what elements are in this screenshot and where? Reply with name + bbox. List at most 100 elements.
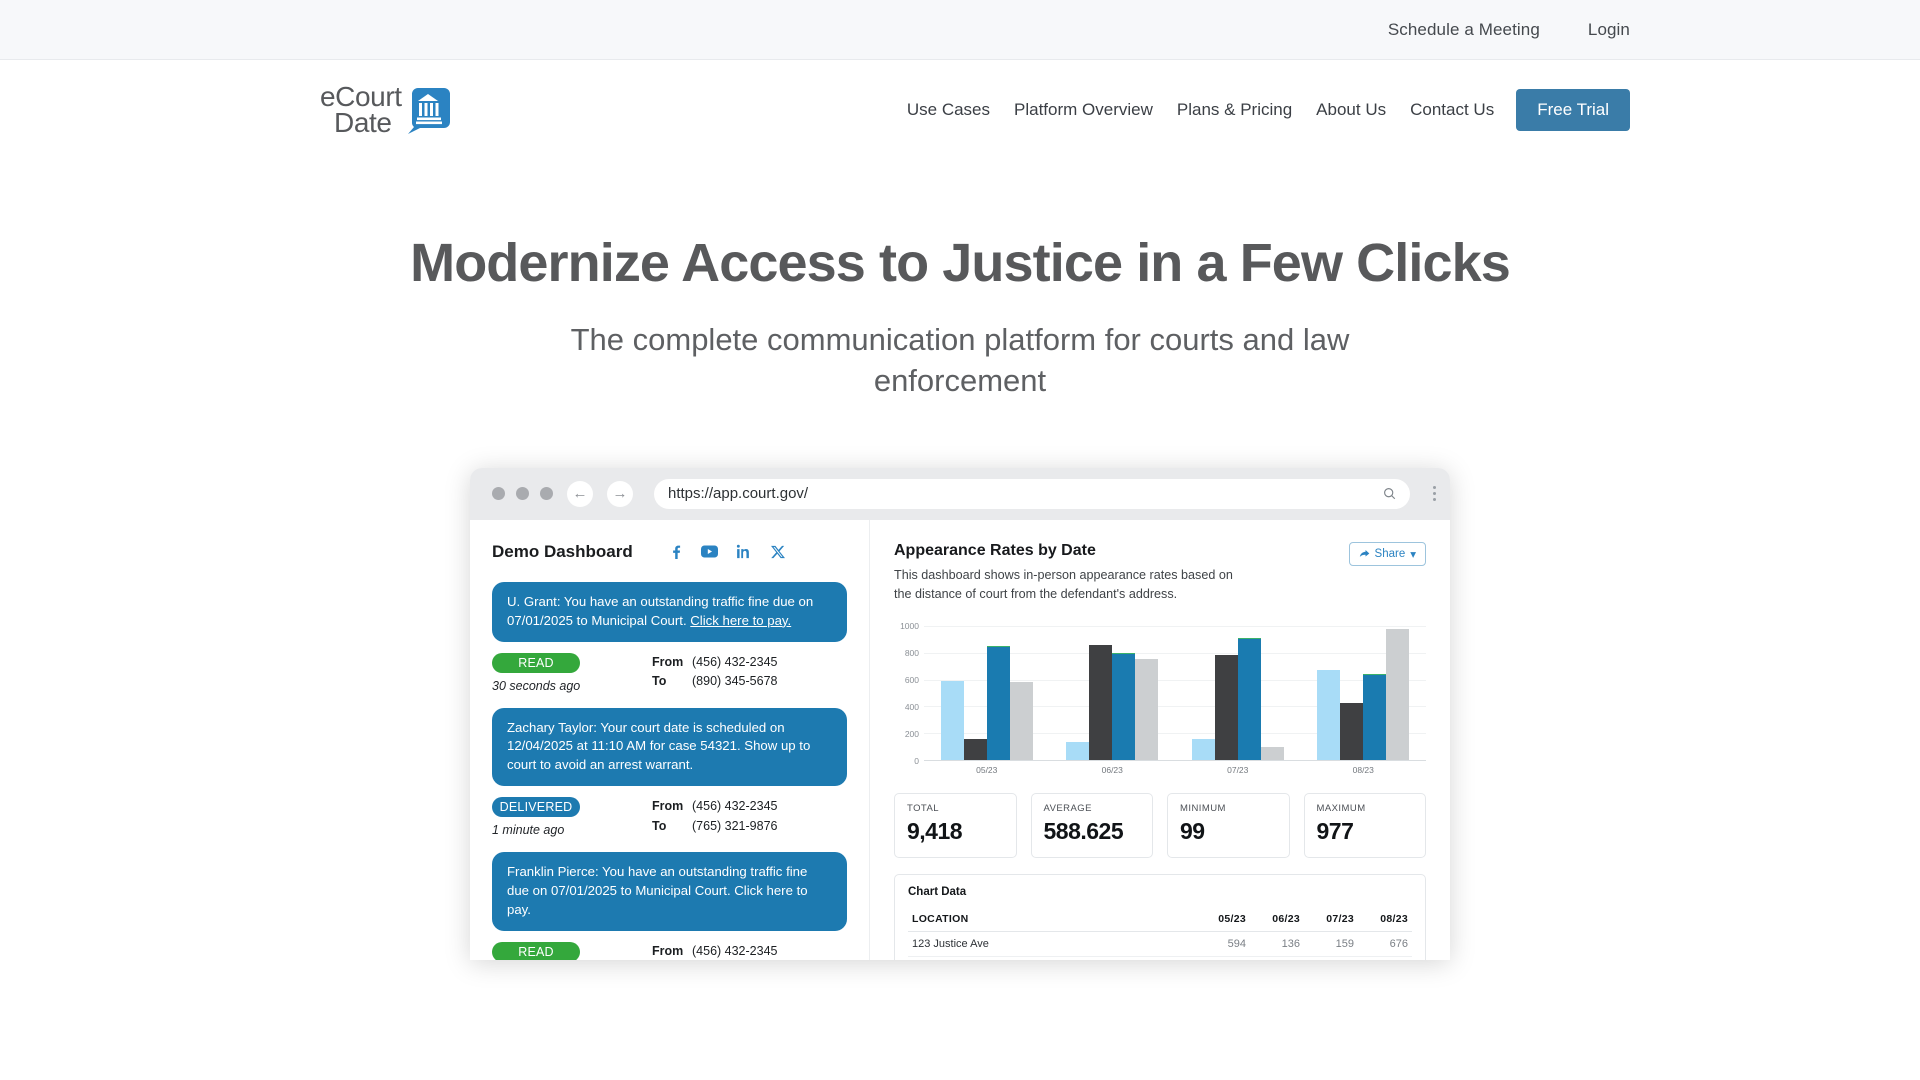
cell-value: 159 [1304, 931, 1358, 958]
to-label: To [652, 673, 667, 688]
caret-down-icon: ▾ [1410, 548, 1416, 561]
main-navigation: eCourt Date Use Cases Platform Overview … [0, 60, 1920, 160]
cell-location: Circuit Court - 7654 Liberty St [908, 956, 1196, 960]
demo-panel: Demo Dashboard U. Grant: You have an out… [470, 519, 870, 960]
from-label: From [652, 654, 684, 669]
chart-x-axis: 05/23 06/23 07/23 08/23 [924, 761, 1426, 775]
page-title: Modernize Access to Justice in a Few Cli… [410, 233, 1511, 293]
message-timestamp: 30 seconds ago [492, 678, 581, 693]
y-tick-label: 400 [904, 702, 919, 713]
login-link[interactable]: Login [1588, 20, 1630, 40]
bar-group [1301, 626, 1427, 761]
stat-value: 9,418 [907, 818, 963, 845]
stat-value: 99 [1180, 818, 1205, 845]
arrow-right-icon[interactable]: → [607, 480, 633, 507]
browser-mockup: ← → https://app.court.gov/ Demo Dashboar… [470, 467, 1450, 960]
x-tick-label: 05/23 [976, 765, 998, 776]
bar[interactable] [1340, 703, 1364, 761]
y-tick-label: 0 [914, 756, 919, 767]
bar[interactable] [963, 738, 987, 761]
arrow-left-icon[interactable]: ← [567, 480, 593, 507]
to-label: To [652, 818, 667, 833]
bar[interactable] [1317, 669, 1341, 761]
bar-group [1175, 626, 1301, 761]
stat-value: 977 [1316, 818, 1354, 845]
status-badge: READ [492, 652, 580, 673]
logo-wordmark: eCourt Date [320, 82, 402, 137]
schedule-meeting-link[interactable]: Schedule a Meeting [1388, 20, 1540, 40]
share-arrow-icon [1359, 549, 1369, 557]
chart-y-axis: 0 200 400 600 800 1000 [894, 621, 924, 766]
chart-data-caption: Chart Data [908, 886, 967, 899]
share-button[interactable]: Share ▾ [1348, 541, 1426, 566]
linkedin-icon[interactable] [727, 543, 761, 561]
free-trial-button[interactable]: Free Trial [1516, 89, 1630, 131]
bar[interactable] [940, 680, 964, 761]
message-bubble: Zachary Taylor: Your court date is sched… [492, 707, 847, 787]
stat-label: MINIMUM [1180, 803, 1226, 815]
from-number: (456) 432-2345 [692, 799, 778, 814]
window-close-dot [492, 487, 505, 501]
cell-value: 594 [1196, 931, 1250, 958]
chart-bar-groups [924, 626, 1427, 761]
from-label: From [652, 799, 684, 814]
bar[interactable] [1112, 653, 1136, 761]
nav-item-use-cases[interactable]: Use Cases [895, 100, 1002, 120]
appearance-rates-chart: 0 200 400 600 800 1000 [894, 621, 1427, 766]
x-tick-label: 08/23 [1352, 765, 1374, 776]
status-badge: READ [492, 941, 580, 960]
stat-value: 588.625 [1043, 818, 1124, 845]
message-body: Franklin Pierce: You have an outstanding… [507, 864, 808, 917]
stat-card-minimum: MINIMUM 99 [1167, 793, 1290, 859]
y-tick-label: 600 [904, 675, 919, 686]
table-row[interactable]: 123 Justice Ave 594 136 159 676 [908, 931, 1412, 958]
message-timestamp: 1 minute ago [492, 823, 565, 838]
stat-label: TOTAL [907, 803, 939, 815]
nav-item-about-us[interactable]: About Us [1304, 100, 1398, 120]
bar[interactable] [1386, 629, 1410, 761]
nav-item-plans-pricing[interactable]: Plans & Pricing [1165, 100, 1304, 120]
message-meta: DELIVERED 1 minute ago From (456) 432-234… [492, 797, 847, 837]
chart-data-card: Chart Data LOCATION 05/23 06/23 07/23 08/23 … [894, 874, 1426, 960]
column-header: 06/23 [1250, 907, 1304, 933]
bar[interactable] [986, 645, 1010, 761]
hero-subtitle: The complete communication platform for … [570, 322, 1350, 398]
bar[interactable] [1009, 682, 1033, 761]
bar[interactable] [1089, 645, 1113, 761]
from-label: From [652, 943, 684, 958]
bar-group [1050, 626, 1176, 761]
cell-value: 859 [1250, 956, 1304, 960]
message-meta: READ 30 seconds ago From (456) 432-2345 T… [492, 652, 847, 693]
courthouse-speech-bubble-icon [407, 86, 452, 134]
x-tick-label: 06/23 [1101, 765, 1123, 776]
site-logo[interactable]: eCourt Date [320, 82, 452, 137]
bar[interactable] [1066, 741, 1090, 761]
cell-value: 426 [1358, 956, 1412, 960]
summary-stats: TOTAL 9,418 AVERAGE 588.625 MINIMUM 99 M… [894, 793, 1426, 859]
facebook-icon[interactable] [659, 543, 693, 561]
bar[interactable] [1363, 673, 1387, 761]
x-twitter-icon[interactable] [761, 543, 795, 561]
window-minimize-dot [516, 487, 529, 501]
app-viewport: Demo Dashboard U. Grant: You have an out… [470, 519, 1450, 960]
table-row[interactable]: Circuit Court - 7654 Liberty St159859788… [908, 956, 1412, 960]
bar[interactable] [1214, 654, 1238, 761]
nav-item-contact-us[interactable]: Contact Us [1398, 100, 1506, 120]
browser-chrome: ← → https://app.court.gov/ [470, 467, 1450, 520]
cell-value: 788 [1304, 956, 1358, 960]
bar[interactable] [1191, 738, 1215, 761]
search-icon[interactable] [1383, 487, 1396, 500]
bar[interactable] [1135, 658, 1159, 761]
kebab-menu-icon[interactable] [1433, 486, 1436, 502]
y-tick-label: 200 [904, 729, 919, 740]
nav-item-platform-overview[interactable]: Platform Overview [1002, 100, 1165, 120]
message-link[interactable]: Click here to pay. [690, 613, 791, 628]
bar[interactable] [1260, 746, 1284, 761]
stat-label: MAXIMUM [1316, 803, 1366, 815]
hero-section: Modernize Access to Justice in a Few Cli… [0, 160, 1920, 402]
bar[interactable] [1237, 638, 1261, 761]
youtube-icon[interactable] [693, 543, 727, 561]
to-number: (890) 345-5678 [692, 673, 778, 688]
address-bar[interactable]: https://app.court.gov/ [654, 478, 1410, 509]
dashboard-panel: Appearance Rates by Date This dashboard … [870, 520, 1450, 960]
